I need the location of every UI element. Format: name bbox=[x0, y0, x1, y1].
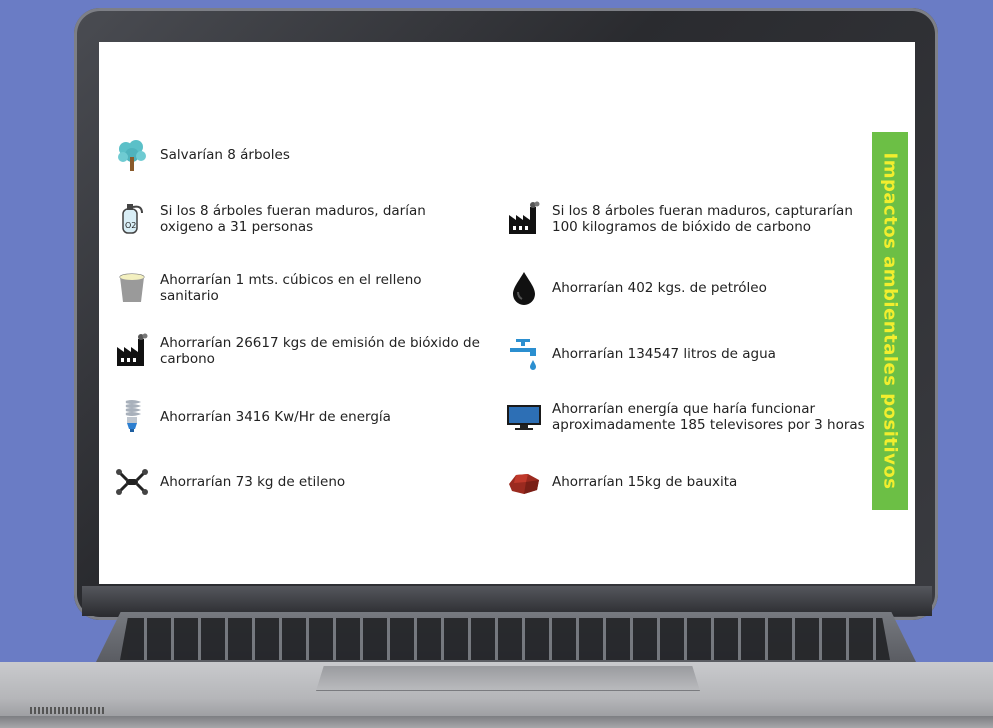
list-item: Ahorrarían 1 mts. cúbicos en el relleno … bbox=[114, 270, 480, 306]
list-item: O2 Si los 8 árboles fueran maduros, darí… bbox=[114, 201, 480, 237]
list-item: Ahorrarían 73 kg de etileno bbox=[114, 464, 345, 500]
item-label: Ahorrarían 3416 Kw/Hr de energía bbox=[160, 409, 391, 425]
item-label: Ahorrarían 73 kg de etileno bbox=[160, 474, 346, 490]
list-item: Ahorrarían energía que haría funcionar a… bbox=[506, 399, 872, 435]
banner-title: Impactos ambientales positivos bbox=[879, 152, 901, 490]
molecule-icon bbox=[114, 464, 150, 500]
oxygen-tank-icon: O2 bbox=[114, 201, 150, 237]
list-item: Si los 8 árboles fueran maduros, captura… bbox=[506, 201, 872, 237]
item-label: Ahorrarían 402 kgs. de petróleo bbox=[552, 280, 767, 296]
keyboard-keys bbox=[120, 618, 890, 660]
list-item: Ahorrarían 402 kgs. de petróleo bbox=[506, 270, 767, 306]
item-label: Ahorrarían 15kg de bauxita bbox=[552, 474, 738, 490]
list-item: Ahorrarían 134547 litros de agua bbox=[506, 336, 776, 372]
item-label: Si los 8 árboles fueran maduros, darían … bbox=[160, 203, 426, 235]
factory-icon bbox=[506, 201, 542, 237]
television-icon bbox=[506, 399, 542, 435]
item-label: Ahorrarían 26617 kgs de emisión de bióxi… bbox=[160, 335, 480, 367]
oil-drop-icon bbox=[506, 270, 542, 306]
item-label: Ahorrarían 1 mts. cúbicos en el relleno … bbox=[160, 272, 422, 304]
list-item: Ahorrarían 15kg de bauxita bbox=[506, 464, 737, 500]
light-bulb-icon bbox=[114, 399, 150, 435]
list-item: Ahorrarían 3416 Kw/Hr de energía bbox=[114, 399, 391, 435]
bauxite-rock-icon bbox=[506, 464, 542, 500]
list-item: Salvarían 8 árboles bbox=[114, 137, 290, 173]
factory-icon bbox=[114, 333, 150, 369]
laptop-hinge bbox=[82, 586, 932, 616]
list-item: Ahorrarían 26617 kgs de emisión de bióxi… bbox=[114, 333, 480, 369]
laptop-screen bbox=[99, 42, 915, 584]
tree-icon bbox=[114, 137, 150, 173]
svg-text:O2: O2 bbox=[125, 221, 136, 230]
laptop-base-edge bbox=[0, 716, 993, 728]
item-label: Ahorrarían 134547 litros de agua bbox=[552, 346, 776, 362]
item-label: Salvarían 8 árboles bbox=[160, 147, 290, 163]
item-label: Si los 8 árboles fueran maduros, captura… bbox=[552, 203, 853, 235]
touchpad bbox=[316, 666, 700, 691]
bucket-icon bbox=[114, 270, 150, 306]
water-faucet-icon bbox=[506, 336, 542, 372]
item-label: Ahorrarían energía que haría funcionar a… bbox=[552, 401, 865, 433]
laptop-vent bbox=[30, 707, 104, 714]
